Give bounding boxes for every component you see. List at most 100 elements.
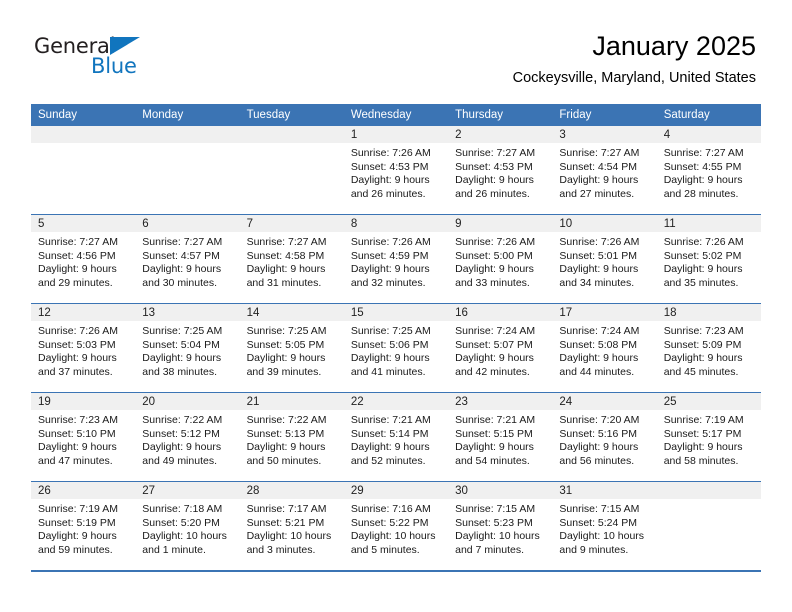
sunset-text: Sunset: 5:20 PM bbox=[142, 516, 220, 529]
day-number bbox=[135, 126, 240, 143]
sunrise-text: Sunrise: 7:24 AM bbox=[455, 325, 536, 337]
sunset-text: Sunset: 5:04 PM bbox=[142, 338, 220, 351]
weekday-header-monday: Monday bbox=[135, 104, 240, 126]
calendar-day-cell[interactable]: 17 Sunrise: 7:24 AM Sunset: 5:08 PM Dayligh… bbox=[552, 303, 657, 393]
calendar-day-cell[interactable]: 23 Sunrise: 7:21 AM Sunset: 5:15 PM Dayligh… bbox=[448, 392, 553, 482]
daylight-text-line2: and 58 minutes. bbox=[663, 454, 739, 467]
daylight-text-line2: and 56 minutes. bbox=[559, 454, 635, 467]
sunset-text: Sunset: 4:53 PM bbox=[455, 160, 533, 173]
calendar-day-cell[interactable]: 13 Sunrise: 7:25 AM Sunset: 5:04 PM Dayligh… bbox=[135, 303, 240, 393]
calendar-day-cell[interactable]: 5 Sunrise: 7:27 AM Sunset: 4:56 PM Daylight… bbox=[31, 214, 136, 304]
calendar-day-cell[interactable]: 21 Sunrise: 7:22 AM Sunset: 5:13 PM Dayligh… bbox=[239, 392, 344, 482]
calendar-week-row: 26 Sunrise: 7:19 AM Sunset: 5:19 PM Dayligh… bbox=[31, 481, 761, 570]
calendar-day-cell[interactable]: 9 Sunrise: 7:26 AM Sunset: 5:00 PM Daylight… bbox=[448, 214, 553, 304]
calendar-day-cell[interactable]: 7 Sunrise: 7:27 AM Sunset: 4:58 PM Daylight… bbox=[239, 214, 344, 304]
day-number: 19 bbox=[31, 393, 136, 410]
sunrise-text: Sunrise: 7:22 AM bbox=[246, 414, 327, 426]
sunset-text: Sunset: 4:57 PM bbox=[142, 249, 220, 262]
sunrise-text: Sunrise: 7:17 AM bbox=[246, 503, 327, 515]
day-details: Sunrise: 7:18 AM Sunset: 5:20 PM Daylight:… bbox=[135, 499, 239, 557]
sunset-text: Sunset: 5:14 PM bbox=[350, 427, 429, 440]
calendar-day-cell[interactable]: 24 Sunrise: 7:20 AM Sunset: 5:16 PM Dayligh… bbox=[552, 392, 657, 482]
calendar-day-cell[interactable]: 10 Sunrise: 7:26 AM Sunset: 5:01 PM Dayligh… bbox=[552, 214, 657, 304]
daylight-text-line2: and 26 minutes. bbox=[455, 187, 530, 200]
daylight-text-line1: Daylight: 9 hours bbox=[142, 441, 222, 454]
calendar-day-cell[interactable]: 3 Sunrise: 7:27 AM Sunset: 4:54 PM Daylight… bbox=[552, 126, 657, 215]
calendar-day-cell[interactable]: 31 Sunrise: 7:15 AM Sunset: 5:24 PM Dayligh… bbox=[552, 481, 657, 570]
daylight-text-line1: Daylight: 9 hours bbox=[246, 263, 326, 276]
calendar-day-cell[interactable]: 15 Sunrise: 7:25 AM Sunset: 5:06 PM Dayligh… bbox=[343, 303, 449, 393]
sunrise-text: Sunrise: 7:24 AM bbox=[559, 325, 640, 337]
calendar-day-cell[interactable]: 27 Sunrise: 7:18 AM Sunset: 5:20 PM Dayligh… bbox=[135, 481, 240, 570]
sunset-text: Sunset: 5:13 PM bbox=[246, 427, 325, 440]
daylight-text-line2: and 30 minutes. bbox=[142, 276, 217, 289]
day-number: 10 bbox=[552, 215, 657, 232]
day-number: 30 bbox=[448, 482, 553, 499]
day-details: Sunrise: 7:17 AM Sunset: 5:21 PM Daylight:… bbox=[240, 499, 344, 557]
calendar-day-cell[interactable]: 1 Sunrise: 7:26 AM Sunset: 4:53 PM Daylight… bbox=[343, 126, 449, 215]
daylight-text-line2: and 35 minutes. bbox=[663, 276, 739, 289]
day-number: 4 bbox=[656, 126, 761, 143]
calendar-day-cell[interactable]: 30 Sunrise: 7:15 AM Sunset: 5:23 PM Dayligh… bbox=[448, 481, 553, 570]
weekday-header-saturday: Saturday bbox=[656, 104, 761, 126]
day-number bbox=[239, 126, 344, 143]
daylight-text-line2: and 32 minutes. bbox=[350, 276, 426, 289]
general-blue-logo[interactable]: General Blue bbox=[34, 34, 214, 82]
daylight-text-line1: Daylight: 9 hours bbox=[663, 263, 743, 276]
calendar-day-cell[interactable]: 26 Sunrise: 7:19 AM Sunset: 5:19 PM Dayligh… bbox=[31, 481, 136, 570]
sunset-text: Sunset: 5:01 PM bbox=[559, 249, 638, 262]
sunset-text: Sunset: 5:19 PM bbox=[38, 516, 116, 529]
daylight-text-line2: and 38 minutes. bbox=[142, 365, 217, 378]
daylight-text-line2: and 9 minutes. bbox=[559, 543, 629, 556]
sunset-text: Sunset: 5:09 PM bbox=[663, 338, 742, 351]
calendar-day-cell[interactable]: 20 Sunrise: 7:22 AM Sunset: 5:12 PM Dayligh… bbox=[135, 392, 240, 482]
sunset-text: Sunset: 5:03 PM bbox=[38, 338, 116, 351]
sunrise-text: Sunrise: 7:20 AM bbox=[559, 414, 640, 426]
day-details: Sunrise: 7:26 AM Sunset: 5:03 PM Daylight:… bbox=[31, 321, 135, 379]
calendar-day-cell[interactable]: 2 Sunrise: 7:27 AM Sunset: 4:53 PM Daylight… bbox=[448, 126, 553, 215]
weekday-header-wednesday: Wednesday bbox=[343, 104, 449, 126]
day-cell-inner bbox=[135, 126, 240, 214]
day-number: 8 bbox=[343, 215, 449, 232]
calendar-day-cell[interactable]: 28 Sunrise: 7:17 AM Sunset: 5:21 PM Dayligh… bbox=[239, 481, 344, 570]
calendar-day-cell[interactable]: 29 Sunrise: 7:16 AM Sunset: 5:22 PM Dayligh… bbox=[343, 481, 449, 570]
day-number: 13 bbox=[135, 304, 240, 321]
calendar-day-cell[interactable]: 22 Sunrise: 7:21 AM Sunset: 5:14 PM Dayligh… bbox=[343, 392, 449, 482]
day-cell-inner: 19 Sunrise: 7:23 AM Sunset: 5:10 PM Dayligh… bbox=[31, 393, 136, 481]
day-number bbox=[31, 126, 136, 143]
calendar-day-cell[interactable]: 19 Sunrise: 7:23 AM Sunset: 5:10 PM Dayligh… bbox=[31, 392, 136, 482]
calendar-day-cell[interactable]: 11 Sunrise: 7:26 AM Sunset: 5:02 PM Dayligh… bbox=[656, 214, 761, 304]
daylight-text-line1: Daylight: 9 hours bbox=[663, 174, 743, 187]
calendar-day-cell[interactable]: 8 Sunrise: 7:26 AM Sunset: 4:59 PM Daylight… bbox=[343, 214, 449, 304]
day-number: 28 bbox=[239, 482, 344, 499]
day-number: 31 bbox=[552, 482, 657, 499]
sunrise-text: Sunrise: 7:26 AM bbox=[455, 236, 536, 248]
day-number: 25 bbox=[656, 393, 761, 410]
calendar-table: Sunday Monday Tuesday Wednesday Thursday Frid… bbox=[31, 104, 761, 570]
daylight-text-line1: Daylight: 9 hours bbox=[350, 441, 430, 454]
calendar-day-cell[interactable]: 12 Sunrise: 7:26 AM Sunset: 5:03 PM Dayligh… bbox=[31, 303, 136, 393]
sunrise-text: Sunrise: 7:26 AM bbox=[559, 236, 640, 248]
day-details: Sunrise: 7:25 AM Sunset: 5:04 PM Daylight:… bbox=[135, 321, 239, 379]
day-number: 6 bbox=[135, 215, 240, 232]
day-cell-inner: 27 Sunrise: 7:18 AM Sunset: 5:20 PM Dayligh… bbox=[135, 482, 240, 570]
day-cell-inner: 24 Sunrise: 7:20 AM Sunset: 5:16 PM Dayligh… bbox=[552, 393, 657, 481]
day-details: Sunrise: 7:25 AM Sunset: 5:05 PM Daylight:… bbox=[240, 321, 344, 379]
daylight-text-line1: Daylight: 9 hours bbox=[559, 263, 639, 276]
logo-triangle-icon bbox=[110, 37, 140, 55]
calendar-day-cell[interactable]: 6 Sunrise: 7:27 AM Sunset: 4:57 PM Daylight… bbox=[135, 214, 240, 304]
calendar-day-cell[interactable]: 14 Sunrise: 7:25 AM Sunset: 5:05 PM Dayligh… bbox=[239, 303, 344, 393]
calendar-day-cell[interactable]: 16 Sunrise: 7:24 AM Sunset: 5:07 PM Dayligh… bbox=[448, 303, 553, 393]
sunset-text: Sunset: 4:56 PM bbox=[38, 249, 116, 262]
sunrise-text: Sunrise: 7:15 AM bbox=[559, 503, 640, 515]
daylight-text-line1: Daylight: 9 hours bbox=[38, 530, 117, 543]
calendar-day-cell[interactable]: 25 Sunrise: 7:19 AM Sunset: 5:17 PM Dayligh… bbox=[656, 392, 761, 482]
day-details: Sunrise: 7:20 AM Sunset: 5:16 PM Daylight:… bbox=[552, 410, 656, 468]
sunrise-text: Sunrise: 7:21 AM bbox=[350, 414, 431, 426]
daylight-text-line1: Daylight: 9 hours bbox=[38, 441, 117, 454]
day-number: 1 bbox=[343, 126, 449, 143]
day-details: Sunrise: 7:22 AM Sunset: 5:13 PM Daylight:… bbox=[240, 410, 344, 468]
sunset-text: Sunset: 5:24 PM bbox=[559, 516, 638, 529]
calendar-day-cell[interactable]: 4 Sunrise: 7:27 AM Sunset: 4:55 PM Daylight… bbox=[656, 126, 761, 215]
calendar-day-cell[interactable]: 18 Sunrise: 7:23 AM Sunset: 5:09 PM Dayligh… bbox=[656, 303, 761, 393]
